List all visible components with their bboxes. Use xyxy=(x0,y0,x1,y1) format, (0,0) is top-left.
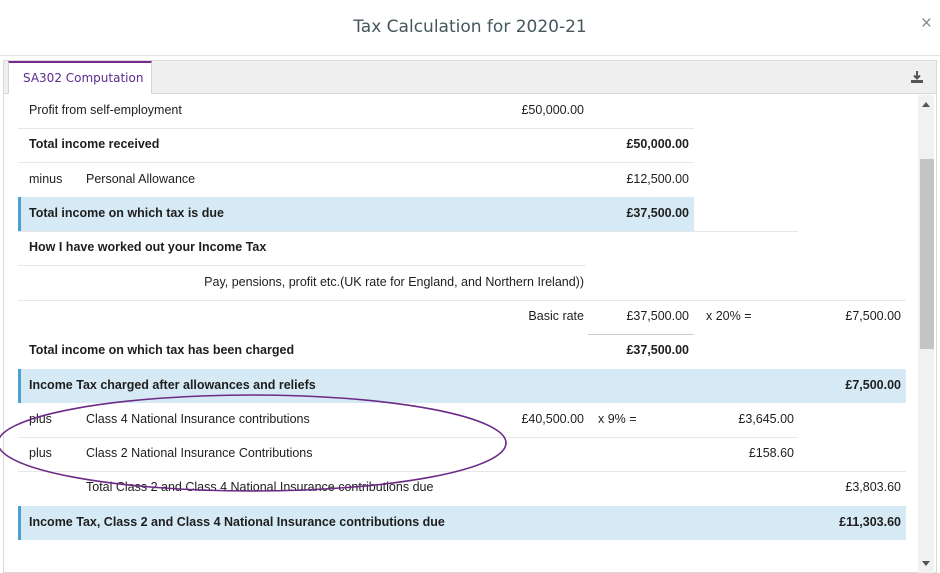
row-basic-rate: Basic rate £37,500.00 x 20% = £7,500.00 xyxy=(18,300,906,334)
rate-note: Pay, pensions, profit etc.(UK rate for E… xyxy=(204,275,584,289)
row-amount: £50,000.00 xyxy=(521,103,584,117)
row-ni: £3,645.00 xyxy=(738,412,794,426)
row-rate-note: Pay, pensions, profit etc.(UK rate for E… xyxy=(18,266,906,300)
row-label: Total income on which tax has been charg… xyxy=(29,343,295,357)
row-total: £37,500.00 xyxy=(626,343,689,357)
row-class4: plus Class 4 National Insurance contribu… xyxy=(18,403,906,437)
row-calc: x 20% = xyxy=(706,309,752,323)
row-total: £37,500.00 xyxy=(626,206,689,220)
scroll-up-icon[interactable] xyxy=(922,102,930,107)
row-label: Income Tax, Class 2 and Class 4 National… xyxy=(29,515,445,529)
vertical-scrollbar[interactable] xyxy=(918,95,934,573)
row-label: Class 4 National Insurance contributions xyxy=(86,412,310,426)
row-amount: £40,500.00 xyxy=(521,412,584,426)
row-label: Total income on which tax is due xyxy=(29,206,224,220)
row-result: £3,803.60 xyxy=(845,480,901,494)
scrollbar-thumb[interactable] xyxy=(920,159,934,349)
section-heading: How I have worked out your Income Tax xyxy=(29,240,267,254)
row-class2: plus Class 2 National Insurance Contribu… xyxy=(18,437,906,471)
row-prefix: plus xyxy=(29,446,52,460)
download-icon[interactable] xyxy=(910,70,924,84)
row-income-tax: Income Tax charged after allowances and … xyxy=(18,369,906,403)
row-label: Total income received xyxy=(29,137,160,151)
tab-sa302-computation[interactable]: SA302 Computation xyxy=(8,61,152,94)
row-total-charged: Total income on which tax has been charg… xyxy=(18,334,906,368)
row-label: Class 2 National Insurance Contributions xyxy=(86,446,313,460)
row-grand-total: Income Tax, Class 2 and Class 4 National… xyxy=(18,506,906,540)
row-ni: £158.60 xyxy=(748,446,794,460)
row-amount: £37,500.00 xyxy=(626,309,689,323)
computation-panel: SA302 Computation Profit from self-emplo… xyxy=(3,60,937,573)
row-label: Personal Allowance xyxy=(86,172,196,186)
row-result: £7,500.00 xyxy=(845,378,901,392)
row-total-income: Total income received £50,000.00 xyxy=(18,128,906,162)
tab-bar: SA302 Computation xyxy=(4,61,936,94)
close-icon[interactable]: × xyxy=(921,13,932,35)
row-personal-allowance: minus Personal Allowance £12,500.00 xyxy=(18,163,906,197)
row-prefix: plus xyxy=(29,412,52,426)
row-taxable-income: Total income on which tax is due £37,500… xyxy=(18,197,906,231)
row-total: £50,000.00 xyxy=(626,137,689,151)
row-profit: Profit from self-employment £50,000.00 xyxy=(18,95,906,128)
row-label: Basic rate xyxy=(528,309,584,323)
row-result: £11,303.60 xyxy=(839,515,901,529)
dialog-title: Tax Calculation for 2020-21 xyxy=(353,17,587,37)
row-label: Income Tax charged after allowances and … xyxy=(29,378,316,392)
row-result: £7,500.00 xyxy=(845,309,901,323)
row-label: Total Class 2 and Class 4 National Insur… xyxy=(86,480,434,494)
row-total: £12,500.00 xyxy=(626,172,689,186)
dialog-header: Tax Calculation for 2020-21 × xyxy=(0,0,940,56)
row-prefix: minus xyxy=(29,172,63,186)
row-total-ni: Total Class 2 and Class 4 National Insur… xyxy=(18,471,906,505)
scroll-down-icon[interactable] xyxy=(922,561,930,566)
computation-table: Profit from self-employment £50,000.00 T… xyxy=(18,95,906,573)
row-label: Profit from self-employment xyxy=(29,103,182,117)
row-calc: x 9% = xyxy=(598,412,637,426)
row-how-worked: How I have worked out your Income Tax xyxy=(18,231,906,265)
